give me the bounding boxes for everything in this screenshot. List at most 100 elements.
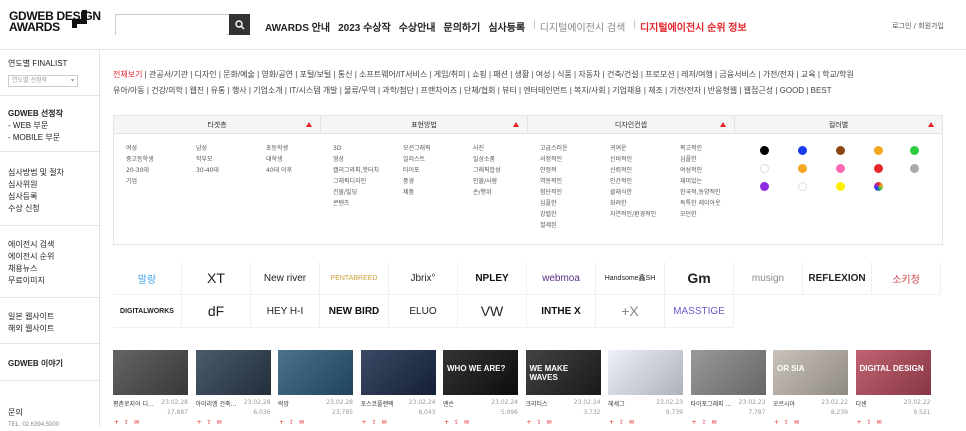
category-link[interactable]: 식품: [557, 70, 572, 79]
agency-logo[interactable]: ELUO: [389, 295, 458, 328]
filter-option[interactable]: 고급스러운: [540, 143, 568, 154]
filter-option[interactable]: 영상: [333, 154, 379, 165]
agency-logo[interactable]: +X: [596, 295, 665, 328]
sidebar-story[interactable]: GDWEB 이야기: [8, 359, 63, 368]
color-swatch[interactable]: [910, 146, 919, 155]
category-link[interactable]: 제조: [648, 86, 663, 95]
filter-option[interactable]: 안정적: [540, 165, 568, 176]
thumbnail-image[interactable]: [608, 350, 683, 395]
agency-logo[interactable]: XT: [182, 262, 251, 295]
category-link[interactable]: 소프트웨어/IT서비스: [359, 70, 427, 79]
category-link[interactable]: 문화/예술: [223, 70, 255, 79]
thumbnail-title[interactable]: 락앙 23.02.28: [278, 399, 353, 408]
agency-logo[interactable]: 소키청: [872, 262, 941, 295]
filter-option[interactable]: 일러스트: [403, 154, 431, 165]
thumbnail-image[interactable]: [278, 350, 353, 395]
filter-option[interactable]: 중고등학생: [126, 154, 154, 165]
sidebar-agency-rank[interactable]: 에이전시 순위: [8, 251, 54, 263]
filter-option[interactable]: 복고적인: [680, 143, 721, 154]
category-link[interactable]: 웹접근성: [744, 86, 773, 95]
category-link[interactable]: 패션: [493, 70, 508, 79]
filter-option[interactable]: 초등학생: [266, 143, 292, 154]
category-link[interactable]: 금융서비스: [719, 70, 756, 79]
filter-option[interactable]: 건물/빌딩: [333, 187, 379, 198]
category-link[interactable]: 프랜차이즈: [420, 86, 457, 95]
filter-option[interactable]: 캘리그라피,붓터치: [333, 165, 379, 176]
category-link[interactable]: 학교/학원: [822, 70, 854, 79]
sidebar-judges[interactable]: 심사위원: [8, 179, 37, 191]
share-icon[interactable]: ⇪: [783, 419, 790, 426]
filter-option[interactable]: 심플한: [680, 154, 721, 165]
category-link[interactable]: 물류/무역: [344, 86, 376, 95]
plus-icon[interactable]: +: [361, 419, 368, 426]
filter-option[interactable]: 역동적인: [540, 176, 568, 187]
thumbnail-image[interactable]: WHO WE ARE?: [443, 350, 518, 395]
agency-logo[interactable]: PENTABREED: [320, 262, 389, 295]
filter-option[interactable]: 콘텐츠: [333, 198, 379, 209]
agency-logo[interactable]: NEW BIRD: [320, 295, 389, 328]
filter-option[interactable]: 인간적인: [610, 176, 656, 187]
category-link[interactable]: 가전/전자: [763, 70, 795, 79]
sidebar-jp[interactable]: 일본 웹사이트: [8, 311, 54, 323]
mail-icon[interactable]: ✉: [793, 419, 800, 426]
filter-option[interactable]: 여성: [126, 143, 154, 154]
category-link[interactable]: 유아/아동: [113, 86, 145, 95]
filter-option[interactable]: 그래픽합성: [473, 165, 501, 176]
category-link[interactable]: 뷰티: [502, 86, 517, 95]
thumbnail-image[interactable]: [195, 350, 271, 395]
search-input[interactable]: [116, 18, 226, 37]
mail-icon[interactable]: ✉: [463, 419, 470, 426]
color-swatch[interactable]: [874, 164, 883, 173]
filter-option[interactable]: 30-40대: [196, 165, 219, 176]
share-icon[interactable]: ⇪: [371, 419, 378, 426]
thumbnail-image[interactable]: OR SIA: [773, 350, 848, 395]
share-icon[interactable]: ⇪: [866, 419, 873, 426]
thumbnail-title[interactable]: 크리티스 23.02.24: [526, 399, 601, 408]
category-link[interactable]: 디자인: [195, 70, 217, 79]
agency-logo[interactable]: INTHE X: [527, 295, 596, 328]
category-link[interactable]: 웹진: [189, 86, 204, 95]
sidebar-awarding[interactable]: 수상 신청: [8, 203, 40, 215]
sidebar-process[interactable]: 심사방법 및 절차: [8, 167, 64, 179]
plus-icon[interactable]: +: [278, 419, 285, 426]
filter-option[interactable]: 20-30대: [126, 165, 154, 176]
plus-icon[interactable]: +: [856, 419, 863, 426]
thumbnail-image[interactable]: DIGITAL DESIGN: [855, 350, 931, 395]
agency-logo[interactable]: REFLEXION: [803, 262, 872, 295]
category-link[interactable]: 가전/전자: [669, 86, 701, 95]
filter-option[interactable]: 신뢰적인: [610, 165, 656, 176]
category-link[interactable]: IT/시스템 개발: [289, 86, 337, 95]
color-swatch[interactable]: [836, 146, 845, 155]
filter-method-header[interactable]: 표현방법: [321, 116, 528, 134]
filter-option[interactable]: 40대 이후: [266, 165, 292, 176]
thumbnail-title[interactable]: 엔슨 23.02.24: [443, 399, 518, 408]
category-link[interactable]: 건강/의학: [151, 86, 183, 95]
agency-logo[interactable]: 말랑: [113, 262, 182, 295]
top-nav-item[interactable]: 심사등록: [488, 19, 525, 34]
category-link[interactable]: 교육: [801, 70, 816, 79]
agency-logo[interactable]: Gm: [665, 262, 734, 295]
category-link[interactable]: 건축/건설: [607, 70, 639, 79]
plus-icon[interactable]: +: [113, 419, 120, 426]
filter-option[interactable]: 제품: [403, 187, 431, 198]
category-link[interactable]: 행사: [232, 86, 247, 95]
filter-option[interactable]: 손/행위: [473, 187, 501, 198]
category-link[interactable]: 생활: [515, 70, 530, 79]
filter-option[interactable]: 사진: [473, 143, 501, 154]
category-link[interactable]: 자동차: [578, 70, 600, 79]
agency-logo[interactable]: MASSTIGE: [665, 295, 734, 328]
filter-option[interactable]: 첨단적인: [540, 187, 568, 198]
agency-logo[interactable]: webmoa: [527, 262, 596, 295]
color-swatch[interactable]: [760, 164, 769, 173]
agency-logo[interactable]: Handsome鑫SH: [596, 262, 665, 295]
category-link[interactable]: 엔터테인먼트: [523, 86, 567, 95]
filter-option[interactable]: 기업: [126, 176, 154, 187]
color-swatch[interactable]: [798, 164, 807, 173]
color-swatch[interactable]: [836, 182, 845, 191]
category-link[interactable]: 여성: [536, 70, 551, 79]
share-icon[interactable]: ⇪: [536, 419, 543, 426]
agency-logo[interactable]: musign: [734, 262, 803, 295]
filter-option[interactable]: 심플한: [540, 198, 568, 209]
filter-option[interactable]: 재미있는: [680, 176, 721, 187]
category-link[interactable]: BEST: [811, 86, 832, 95]
